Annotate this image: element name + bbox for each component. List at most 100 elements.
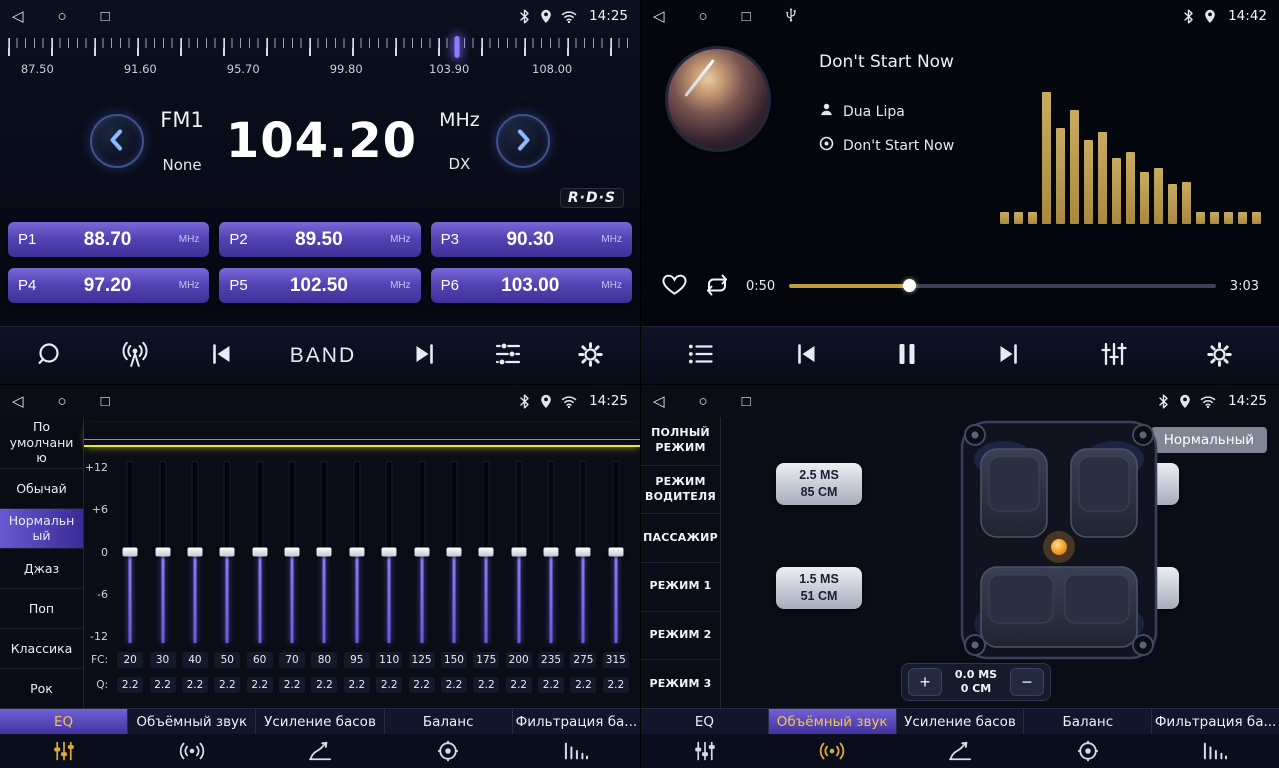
- car-interior-graphic[interactable]: [959, 419, 1159, 661]
- fc-value[interactable]: 175: [473, 652, 499, 668]
- q-value[interactable]: 2.2: [473, 677, 499, 693]
- slider-knob[interactable]: [155, 548, 170, 557]
- q-value[interactable]: 2.2: [279, 677, 305, 693]
- slider-knob[interactable]: [479, 548, 494, 557]
- repeat-button[interactable]: [702, 273, 732, 300]
- q-value[interactable]: 2.2: [247, 677, 273, 693]
- fc-value[interactable]: 80: [311, 652, 337, 668]
- recents-button[interactable]: □: [101, 9, 110, 24]
- eq-preset-item[interactable]: Классика: [0, 629, 83, 669]
- slider-knob[interactable]: [382, 548, 397, 557]
- tab-filter[interactable]: Фильтрация ба...: [512, 709, 640, 734]
- q-value[interactable]: 2.2: [150, 677, 176, 693]
- home-button[interactable]: ○: [699, 394, 708, 409]
- progress-thumb[interactable]: [903, 279, 916, 292]
- eq-sliders-icon[interactable]: [0, 740, 128, 762]
- slider-knob[interactable]: [252, 548, 267, 557]
- home-button[interactable]: ○: [58, 394, 67, 409]
- settings-button[interactable]: [1206, 341, 1233, 371]
- eq-band-slider-7[interactable]: [315, 461, 333, 643]
- decrease-delay-button[interactable]: −: [1010, 668, 1044, 696]
- next-track-button[interactable]: [995, 342, 1023, 369]
- fc-value[interactable]: 40: [182, 652, 208, 668]
- back-button[interactable]: ◁: [653, 9, 665, 24]
- slider-knob[interactable]: [285, 548, 300, 557]
- sound-mode-item[interactable]: ПАССАЖИР: [641, 514, 720, 563]
- eq-band-slider-13[interactable]: [510, 461, 528, 643]
- playlist-button[interactable]: [687, 342, 715, 369]
- tab-surround[interactable]: Объёмный звук: [127, 709, 255, 734]
- slider-knob[interactable]: [414, 548, 429, 557]
- eq-preset-item[interactable]: Джаз: [0, 549, 83, 589]
- recents-button[interactable]: □: [101, 394, 110, 409]
- audio-tune-button[interactable]: [494, 341, 522, 370]
- sound-mode-item[interactable]: РЕЖИМ 3: [641, 660, 720, 709]
- q-value[interactable]: 2.2: [409, 677, 435, 693]
- tab-balance[interactable]: Баланс: [384, 709, 512, 734]
- sound-mode-item[interactable]: РЕЖИМ 2: [641, 612, 720, 661]
- fc-value[interactable]: 150: [441, 652, 467, 668]
- q-value[interactable]: 2.2: [603, 677, 629, 693]
- prev-track-button[interactable]: [792, 342, 820, 369]
- slider-knob[interactable]: [220, 548, 235, 557]
- eq-band-slider-14[interactable]: [542, 461, 560, 643]
- tune-down-button[interactable]: [90, 114, 144, 168]
- q-value[interactable]: 2.2: [117, 677, 143, 693]
- slider-knob[interactable]: [446, 548, 461, 557]
- fc-value[interactable]: 200: [506, 652, 532, 668]
- tune-up-button[interactable]: [496, 114, 550, 168]
- preset-p5[interactable]: P5102.50MHz: [219, 268, 420, 303]
- eq-band-slider-10[interactable]: [413, 461, 431, 643]
- fc-value[interactable]: 70: [279, 652, 305, 668]
- tab-eq[interactable]: EQ: [0, 709, 127, 734]
- filter-icon[interactable]: [512, 740, 640, 762]
- fc-value[interactable]: 60: [247, 652, 273, 668]
- preset-p1[interactable]: P188.70MHz: [8, 222, 209, 257]
- eq-band-slider-12[interactable]: [477, 461, 495, 643]
- eq-band-slider-5[interactable]: [251, 461, 269, 643]
- prev-station-button[interactable]: [207, 342, 235, 369]
- q-value[interactable]: 2.2: [214, 677, 240, 693]
- fc-value[interactable]: 95: [344, 652, 370, 668]
- eq-band-slider-6[interactable]: [283, 461, 301, 643]
- settings-button[interactable]: [577, 341, 604, 371]
- filter-icon[interactable]: [1151, 740, 1279, 762]
- home-button[interactable]: ○: [58, 9, 67, 24]
- preset-p4[interactable]: P497.20MHz: [8, 268, 209, 303]
- bass-boost-icon[interactable]: [256, 740, 384, 762]
- preset-p3[interactable]: P390.30MHz: [431, 222, 632, 257]
- preset-p6[interactable]: P6103.00MHz: [431, 268, 632, 303]
- q-value[interactable]: 2.2: [441, 677, 467, 693]
- eq-sliders-icon[interactable]: [641, 740, 769, 762]
- preset-p2[interactable]: P289.50MHz: [219, 222, 420, 257]
- surround-icon[interactable]: [128, 740, 256, 762]
- sound-mode-item[interactable]: РЕЖИМ 1: [641, 563, 720, 612]
- recents-button[interactable]: □: [742, 394, 751, 409]
- eq-band-slider-4[interactable]: [218, 461, 236, 643]
- surround-icon[interactable]: [769, 740, 897, 762]
- slider-knob[interactable]: [123, 548, 138, 557]
- tab-filter[interactable]: Фильтрация ба...: [1151, 709, 1279, 734]
- q-value[interactable]: 2.2: [376, 677, 402, 693]
- tab-bass-boost[interactable]: Усиление басов: [896, 709, 1024, 734]
- slider-knob[interactable]: [576, 548, 591, 557]
- tab-bass-boost[interactable]: Усиление басов: [255, 709, 383, 734]
- eq-band-slider-2[interactable]: [154, 461, 172, 643]
- broadcast-button[interactable]: [118, 341, 152, 371]
- delay-rear-left[interactable]: 1.5 MS 51 CM: [776, 567, 862, 609]
- eq-preset-item[interactable]: По умолчанию: [0, 417, 83, 469]
- q-value[interactable]: 2.2: [344, 677, 370, 693]
- eq-band-slider-11[interactable]: [445, 461, 463, 643]
- fc-value[interactable]: 275: [570, 652, 596, 668]
- slider-knob[interactable]: [608, 548, 623, 557]
- delay-front-left[interactable]: 2.5 MS 85 CM: [776, 463, 862, 505]
- eq-preset-item[interactable]: Нормальный: [0, 509, 83, 549]
- seek-bar[interactable]: [789, 279, 1216, 293]
- sound-mode-item[interactable]: ПОЛНЫЙ РЕЖИМ: [641, 417, 720, 466]
- home-button[interactable]: ○: [699, 9, 708, 24]
- mixer-button[interactable]: [1099, 341, 1129, 370]
- tab-eq[interactable]: EQ: [641, 709, 768, 734]
- balance-icon[interactable]: [384, 740, 512, 762]
- back-button[interactable]: ◁: [12, 9, 24, 24]
- eq-preset-item[interactable]: Поп: [0, 589, 83, 629]
